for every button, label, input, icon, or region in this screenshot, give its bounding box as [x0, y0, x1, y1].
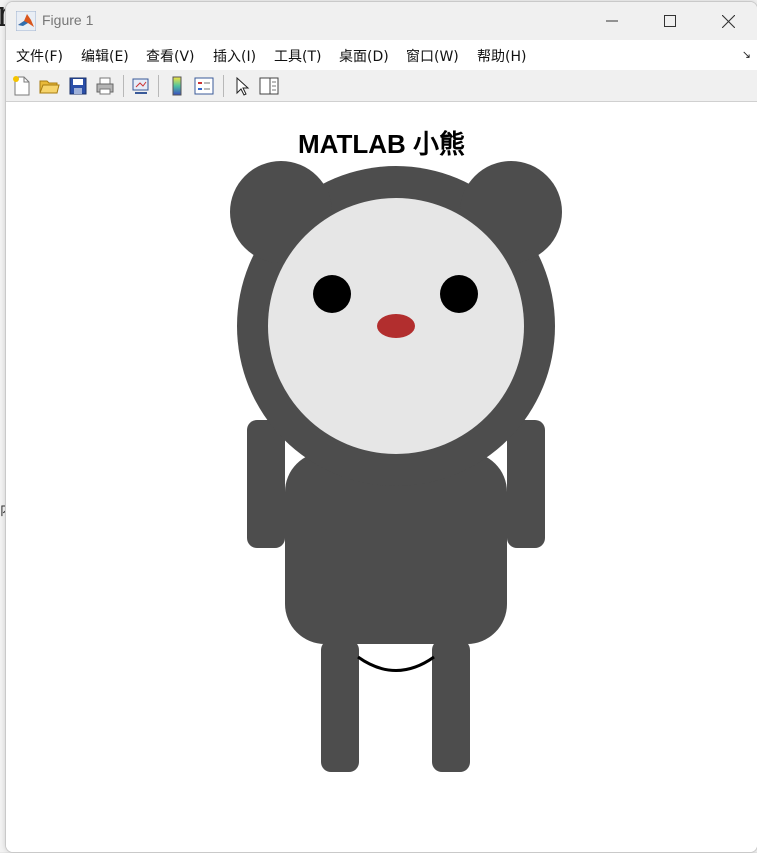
link-plot-icon[interactable] — [130, 75, 152, 97]
property-inspector-icon[interactable] — [258, 75, 280, 97]
menu-file[interactable]: 文件(F) — [16, 46, 63, 66]
menu-window[interactable]: 窗口(W) — [406, 46, 459, 66]
menu-insert[interactable]: 插入(I) — [213, 46, 256, 66]
menu-tools[interactable]: 工具(T) — [274, 46, 321, 66]
figure-canvas[interactable]: MATLAB 小熊 — [6, 102, 757, 852]
toolbar — [6, 70, 757, 102]
dock-figure-icon[interactable]: ↘ — [742, 48, 751, 61]
bear-drawing — [230, 161, 562, 772]
maximize-icon — [664, 15, 676, 27]
menu-help[interactable]: 帮助(H) — [477, 46, 526, 66]
toolbar-separator — [223, 75, 224, 97]
close-button[interactable] — [699, 2, 757, 40]
right-arm — [507, 420, 545, 548]
matlab-logo-icon — [16, 11, 36, 31]
menu-edit[interactable]: 编辑(E) — [81, 46, 129, 66]
right-leg — [432, 640, 470, 772]
menu-desktop[interactable]: 桌面(D) — [339, 46, 389, 66]
colorbar-icon[interactable] — [166, 75, 188, 97]
menu-bar: 文件(F) 编辑(E) 查看(V) 插入(I) 工具(T) 桌面(D) 窗口(W… — [6, 40, 757, 71]
maximize-button[interactable] — [641, 2, 699, 40]
figure-window: Figure 1 文件(F) 编辑(E) 查看(V) 插入(I) 工具(T) 桌… — [5, 1, 757, 853]
toolbar-separator — [158, 75, 159, 97]
window-title: Figure 1 — [42, 12, 94, 28]
smile-arc — [357, 655, 435, 672]
new-figure-icon[interactable] — [11, 75, 33, 97]
left-eye — [313, 275, 351, 313]
right-eye — [440, 275, 478, 313]
menu-view[interactable]: 查看(V) — [146, 46, 195, 66]
pointer-icon[interactable] — [231, 75, 253, 97]
left-leg — [321, 640, 359, 772]
close-icon — [721, 14, 735, 28]
save-icon[interactable] — [67, 75, 89, 97]
print-icon[interactable] — [94, 75, 116, 97]
minimize-icon — [606, 20, 618, 22]
minimize-button[interactable] — [583, 2, 641, 40]
title-bar[interactable]: Figure 1 — [6, 2, 757, 40]
toolbar-separator — [123, 75, 124, 97]
legend-icon[interactable] — [193, 75, 215, 97]
left-arm — [247, 420, 285, 548]
open-file-icon[interactable] — [38, 75, 60, 97]
bear-nose — [377, 314, 415, 338]
